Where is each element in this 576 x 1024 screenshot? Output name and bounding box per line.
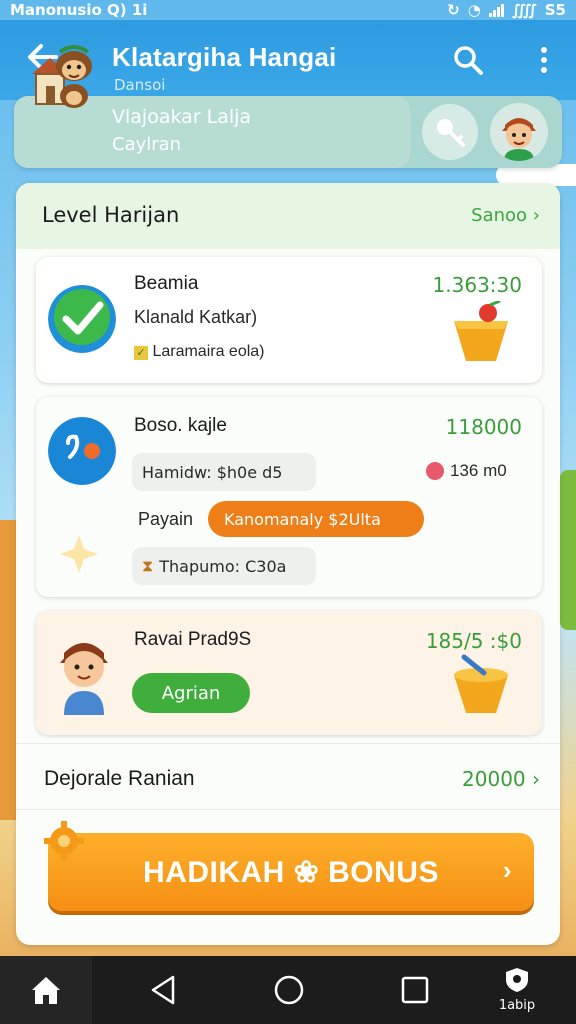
card3-title: Ravai Prad9S (134, 629, 252, 650)
nav-recents-button[interactable] (380, 956, 450, 1024)
chevron-right-icon: › (532, 205, 540, 226)
monkey-mascot-icon (32, 45, 92, 108)
chevron-right-icon: › (532, 767, 540, 791)
battery-saver-icon: ↻ (447, 1, 460, 19)
home-circle-icon (274, 975, 304, 1005)
level-card-3[interactable]: Ravai Prad9S 185/5 :$0 Agrian (36, 611, 542, 735)
card1-amount: 1.363:30 (432, 273, 522, 297)
card1-title: Beamia (134, 273, 199, 294)
banner-subtitle: Caylran (112, 134, 182, 155)
more-vert-icon[interactable] (534, 44, 554, 76)
card1-subtitle: Klanald Katkar) (134, 307, 258, 327)
app-title: Klatargiha Hangai (112, 42, 337, 72)
footer-row-label: Dejorale Ranian (44, 767, 195, 790)
honey-bowl-icon (454, 654, 508, 713)
key-icon (437, 119, 465, 147)
card2-chip-left: Hamidw: $h0e d5 (132, 453, 316, 491)
check-badge-icon (48, 285, 116, 353)
nav-home-button[interactable] (254, 956, 324, 1024)
alarm-icon: ◔ (467, 1, 481, 19)
card1-note: ✓ Laramaira eola) (134, 343, 265, 361)
app-subtitle: Dansoi (114, 76, 166, 94)
card2-chip-right: 136 m0 (426, 461, 507, 481)
blue-badge-icon (48, 417, 116, 485)
key-button[interactable] (422, 104, 478, 160)
card2-action-pill[interactable]: Kanomanaly $2Ulta (208, 501, 424, 537)
main-panel: Level Harijan Sanoo › Beamia 1.363:30 Kl… (16, 183, 560, 945)
banner-title: Vlajoakar Lalja (112, 106, 252, 128)
nav-right-label: 1abip (498, 998, 536, 1013)
right-decoration (560, 470, 576, 630)
card2-amount: 118000 (445, 415, 522, 439)
hourglass-icon: ⧗ (142, 556, 154, 575)
gear-badge-icon (44, 821, 84, 861)
search-icon[interactable] (452, 44, 484, 76)
card2-title: Boso. kajle (134, 415, 227, 436)
nav-back-button[interactable] (128, 956, 198, 1024)
status-left-text: Manonusio Q) 1i (10, 1, 148, 19)
chevron-right-icon: › (502, 855, 512, 885)
card3-action-button[interactable]: Agrian (132, 673, 250, 713)
user-avatar[interactable] (490, 103, 548, 161)
level-card-1[interactable]: Beamia 1.363:30 Klanald Katkar) ✓ Larama… (36, 257, 542, 383)
cell-signal-icon (488, 3, 504, 17)
nav-home-tab[interactable] (0, 956, 92, 1024)
home-icon (32, 977, 60, 1004)
sparkle-icon (60, 535, 98, 573)
boy-character-icon (60, 643, 108, 715)
left-decoration (0, 520, 16, 820)
section-title: Level Harijan (42, 203, 180, 227)
card3-amount: 185/5 :$0 (425, 629, 522, 653)
recents-square-icon (401, 976, 429, 1004)
check-small-icon: ✓ (134, 346, 148, 360)
footer-row-amount[interactable]: 20000 › (462, 767, 540, 791)
card2-label: Payain (138, 509, 194, 529)
pink-coin-icon (426, 462, 444, 480)
back-triangle-icon (151, 975, 175, 1005)
card2-note-chip: ⧗ Thapumo: C30a (132, 547, 316, 585)
wifi-icon: ⨌ (511, 1, 537, 19)
level-card-2[interactable]: Boso. kajle 118000 Hamidw: $h0e d5 136 m… (36, 397, 542, 597)
boy-avatar-icon (490, 103, 548, 161)
fruit-bowl-icon (454, 301, 508, 361)
system-nav-bar: 1abip (0, 956, 576, 1024)
section-header: Level Harijan Sanoo › (16, 183, 560, 249)
see-all-link[interactable]: Sanoo › (471, 205, 540, 226)
status-bar: Manonusio Q) 1i ↻ ◔ ⨌ S5 (0, 0, 576, 20)
bonus-button[interactable]: HADIKAH ❀ BONUS › (48, 833, 534, 911)
status-right-text: S5 (544, 1, 566, 19)
shield-icon (506, 968, 528, 992)
